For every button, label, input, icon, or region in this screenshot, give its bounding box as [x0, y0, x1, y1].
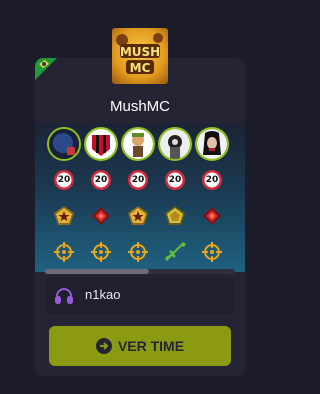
player-avatar-3[interactable] [121, 127, 155, 161]
crosshair-icon [83, 234, 119, 270]
player-cell[interactable] [83, 126, 119, 162]
gold-star-rank-icon [120, 198, 156, 234]
crosshair-icon [194, 234, 230, 270]
team-card: MushMC 20 20 20 20 20 n1kao VER TIME [35, 58, 245, 376]
arrow-circle-right-icon [95, 338, 112, 354]
horizontal-scrollbar[interactable] [45, 269, 235, 274]
player-cell[interactable] [46, 126, 82, 162]
ranks-row [35, 198, 245, 234]
svg-text:MUSH: MUSH [120, 45, 160, 59]
level-badge: 20 [46, 162, 82, 198]
level-text: 20 [205, 175, 219, 185]
ver-time-label: VER TIME [117, 338, 185, 354]
coach-row: n1kao [45, 278, 235, 314]
level-text: 20 [168, 175, 182, 185]
crosshair-icon [120, 234, 156, 270]
level-badge: 20 [194, 162, 230, 198]
team-name: MushMC [109, 98, 170, 115]
rifle-icon [157, 234, 193, 270]
coach-name: n1kao [85, 287, 121, 302]
player-avatar-5[interactable] [195, 127, 229, 161]
gold-star-rank-icon [46, 198, 82, 234]
crosshair-icon [46, 234, 82, 270]
svg-text:MC: MC [130, 61, 151, 75]
player-cell[interactable] [120, 126, 156, 162]
level-badge: 20 [120, 162, 156, 198]
level-badge: 20 [157, 162, 193, 198]
ver-time-button[interactable]: VER TIME [49, 326, 231, 366]
player-avatar-4[interactable] [158, 127, 192, 161]
levels-row: 20 20 20 20 20 [35, 162, 245, 198]
player-avatar-1[interactable] [47, 127, 81, 161]
roles-row [35, 234, 245, 270]
level-text: 20 [94, 175, 108, 185]
players-grid: 20 20 20 20 20 [35, 124, 245, 272]
player-avatar-2[interactable] [84, 127, 118, 161]
mushmc-logo-icon: MUSH MC [116, 33, 163, 75]
level-text: 20 [131, 175, 145, 185]
team-logo: MUSH MC [112, 28, 168, 84]
red-diamond-rank-icon [83, 198, 119, 234]
player-cell[interactable] [194, 126, 230, 162]
level-badge: 20 [83, 162, 119, 198]
player-cell[interactable] [157, 126, 193, 162]
brazil-flag-icon [35, 58, 57, 80]
gold-pentagon-rank-icon [157, 198, 193, 234]
level-text: 20 [57, 175, 71, 185]
scrollbar-thumb[interactable] [45, 269, 149, 274]
avatars-row [35, 126, 245, 162]
headset-icon [55, 288, 73, 304]
red-diamond-rank-icon [194, 198, 230, 234]
